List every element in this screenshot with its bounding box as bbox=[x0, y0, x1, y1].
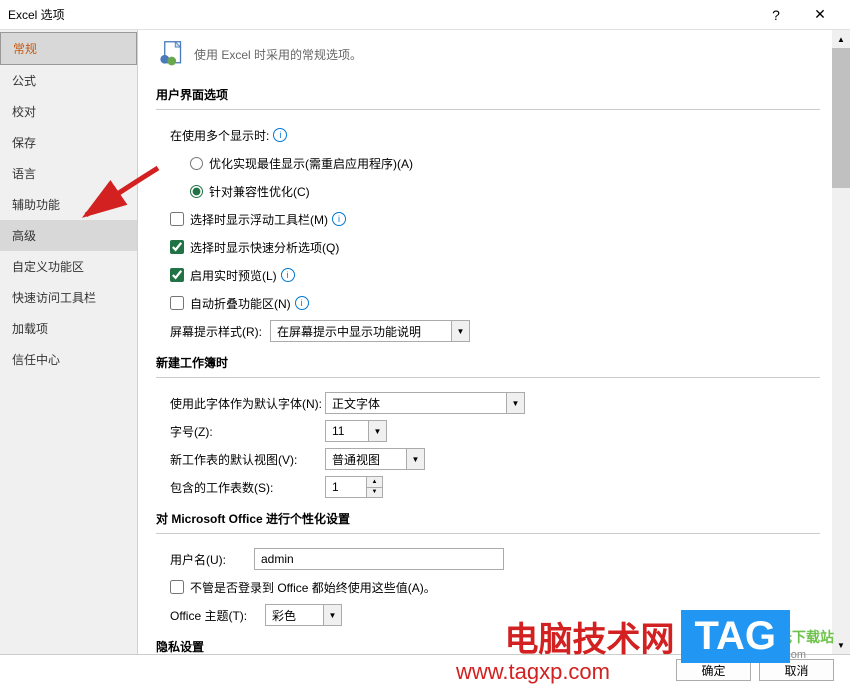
cancel-button[interactable]: 取消 bbox=[759, 659, 834, 681]
content-pane: 使用 Excel 时采用的常规选项。 用户界面选项 在使用多个显示时: i 优化… bbox=[138, 30, 850, 654]
sidebar-item-customize-ribbon[interactable]: 自定义功能区 bbox=[0, 251, 137, 282]
page-header-text: 使用 Excel 时采用的常规选项。 bbox=[194, 46, 362, 63]
check-auto-collapse-ribbon[interactable]: 自动折叠功能区(N) bbox=[170, 295, 291, 312]
default-view-label: 新工作表的默认视图(V): bbox=[170, 451, 325, 468]
screentip-style-label: 屏幕提示样式(R): bbox=[170, 323, 270, 340]
font-size-label: 字号(Z): bbox=[170, 423, 325, 440]
sheet-count-label: 包含的工作表数(S): bbox=[170, 479, 325, 496]
spinner-up-icon[interactable]: ▲ bbox=[367, 477, 382, 488]
username-label: 用户名(U): bbox=[170, 551, 254, 568]
sidebar-item-formulas[interactable]: 公式 bbox=[0, 65, 137, 96]
office-theme-label: Office 主题(T): bbox=[170, 607, 265, 624]
scroll-down-icon[interactable]: ▼ bbox=[832, 636, 850, 654]
check-floating-toolbar[interactable]: 选择时显示浮动工具栏(M) bbox=[170, 211, 328, 228]
multi-monitor-label-row: 在使用多个显示时: i bbox=[170, 124, 820, 146]
chevron-down-icon: ▼ bbox=[368, 421, 386, 441]
scroll-up-icon[interactable]: ▲ bbox=[832, 30, 850, 48]
sidebar-item-quick-access[interactable]: 快速访问工具栏 bbox=[0, 282, 137, 313]
titlebar: Excel 选项 ? ✕ bbox=[0, 0, 850, 30]
page-header: 使用 Excel 时采用的常规选项。 bbox=[156, 40, 820, 68]
radio-compat-display[interactable]: 针对兼容性优化(C) bbox=[190, 183, 310, 200]
scrollbar-thumb[interactable] bbox=[832, 48, 850, 188]
vertical-scrollbar[interactable]: ▲ ▼ bbox=[832, 30, 850, 654]
chevron-down-icon: ▼ bbox=[451, 321, 469, 341]
spinner-down-icon[interactable]: ▼ bbox=[367, 488, 382, 498]
info-icon[interactable]: i bbox=[273, 128, 287, 142]
multi-monitor-label: 在使用多个显示时: bbox=[170, 127, 269, 144]
section-privacy-title: 隐私设置 bbox=[156, 638, 820, 654]
default-view-combo[interactable]: 普通视图 ▼ bbox=[325, 448, 425, 470]
section-ui-options-title: 用户界面选项 bbox=[156, 86, 820, 103]
window-title: Excel 选项 bbox=[8, 6, 754, 23]
sidebar: 常规 公式 校对 保存 语言 辅助功能 高级 自定义功能区 快速访问工具栏 加载… bbox=[0, 30, 138, 654]
sidebar-item-save[interactable]: 保存 bbox=[0, 127, 137, 158]
sidebar-item-advanced[interactable]: 高级 bbox=[0, 220, 137, 251]
sidebar-item-language[interactable]: 语言 bbox=[0, 158, 137, 189]
radio-optimize-display[interactable]: 优化实现最佳显示(需重启应用程序)(A) bbox=[190, 155, 413, 172]
section-new-workbook-title: 新建工作簿时 bbox=[156, 354, 820, 371]
check-live-preview[interactable]: 启用实时预览(L) bbox=[170, 267, 277, 284]
info-icon[interactable]: i bbox=[295, 296, 309, 310]
info-icon[interactable]: i bbox=[281, 268, 295, 282]
check-quick-analysis[interactable]: 选择时显示快速分析选项(Q) bbox=[170, 239, 339, 256]
chevron-down-icon: ▼ bbox=[506, 393, 524, 413]
help-button[interactable]: ? bbox=[754, 0, 798, 30]
sidebar-item-general[interactable]: 常规 bbox=[0, 32, 137, 65]
username-input[interactable] bbox=[254, 548, 504, 570]
dialog-footer: 确定 取消 bbox=[0, 655, 850, 685]
ok-button[interactable]: 确定 bbox=[676, 659, 751, 681]
section-personalize-title: 对 Microsoft Office 进行个性化设置 bbox=[156, 510, 820, 527]
office-theme-combo[interactable]: 彩色 ▼ bbox=[265, 604, 342, 626]
default-font-combo[interactable]: 正文字体 ▼ bbox=[325, 392, 525, 414]
chevron-down-icon: ▼ bbox=[406, 449, 424, 469]
screentip-style-combo[interactable]: 在屏幕提示中显示功能说明 ▼ bbox=[270, 320, 470, 342]
info-icon[interactable]: i bbox=[332, 212, 346, 226]
options-icon bbox=[156, 40, 184, 68]
sidebar-item-proofing[interactable]: 校对 bbox=[0, 96, 137, 127]
chevron-down-icon: ▼ bbox=[323, 605, 341, 625]
sidebar-item-addins[interactable]: 加载项 bbox=[0, 313, 137, 344]
font-size-combo[interactable]: 11 ▼ bbox=[325, 420, 387, 442]
sheet-count-spinner[interactable]: 1 ▲ ▼ bbox=[325, 476, 383, 498]
check-always-use-values[interactable]: 不管是否登录到 Office 都始终使用这些值(A)。 bbox=[170, 579, 436, 596]
default-font-label: 使用此字体作为默认字体(N): bbox=[170, 395, 325, 412]
sidebar-item-trust-center[interactable]: 信任中心 bbox=[0, 344, 137, 375]
close-button[interactable]: ✕ bbox=[798, 0, 842, 30]
sidebar-item-accessibility[interactable]: 辅助功能 bbox=[0, 189, 137, 220]
